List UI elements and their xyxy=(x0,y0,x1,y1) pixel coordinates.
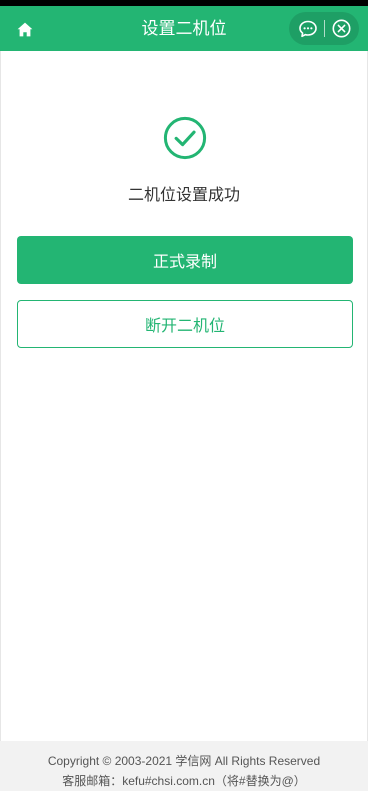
close-button[interactable] xyxy=(331,18,352,39)
copyright-text: Copyright © 2003-2021 学信网 All Rights Res… xyxy=(47,754,321,768)
mini-program-capsule xyxy=(289,12,359,45)
capsule-divider xyxy=(324,20,325,37)
main-content: 二机位设置成功 正式录制 断开二机位 xyxy=(0,51,368,741)
check-circle-icon xyxy=(163,116,207,160)
page-footer: Copyright © 2003-2021 学信网 All Rights Res… xyxy=(0,741,368,791)
top-navigation-bar: 设置二机位 xyxy=(0,6,368,51)
support-email-text: 客服邮箱：kefu#chsi.com.cn（将#替换为@） xyxy=(62,774,306,788)
more-button[interactable] xyxy=(297,18,318,39)
home-icon xyxy=(17,22,33,36)
home-button[interactable] xyxy=(13,17,37,41)
disconnect-second-camera-button[interactable]: 断开二机位 xyxy=(17,300,353,348)
success-message: 二机位设置成功 xyxy=(127,187,240,204)
close-circle-icon xyxy=(332,19,351,38)
start-recording-button[interactable]: 正式录制 xyxy=(17,236,353,284)
chat-bubble-icon xyxy=(298,20,317,37)
